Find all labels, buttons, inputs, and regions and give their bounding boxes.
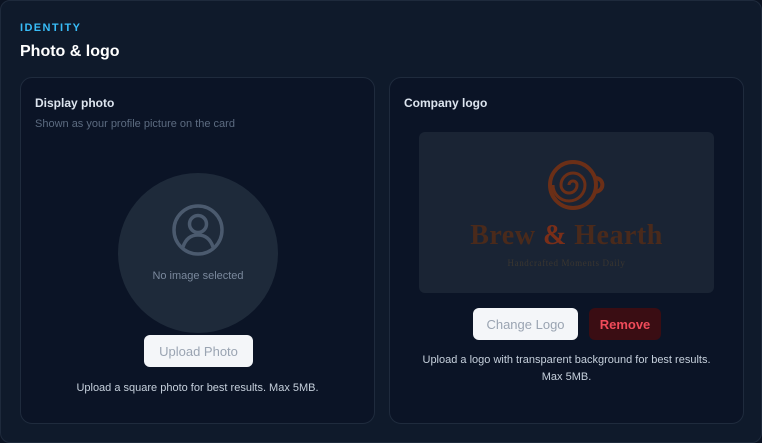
avatar-placeholder[interactable]: No image selected <box>118 173 278 333</box>
user-circle-icon <box>172 204 224 256</box>
display-photo-title: Display photo <box>35 96 115 110</box>
coffee-cup-icon <box>548 160 605 210</box>
logo-preview[interactable]: Brew & Hearth Handcrafted Moments Daily <box>419 132 714 293</box>
logo-name-part2: Hearth <box>574 220 663 251</box>
company-logo-card: Company logo Brew & Hearth Handcrafted M… <box>389 77 744 424</box>
logo-tagline: Handcrafted Moments Daily <box>507 258 626 268</box>
photo-hint: Upload a square photo for best results. … <box>76 382 319 394</box>
remove-logo-button[interactable]: Remove <box>589 308 661 340</box>
change-logo-button[interactable]: Change Logo <box>473 308 578 340</box>
display-photo-card: Display photo Shown as your profile pict… <box>20 77 375 424</box>
logo-wordmark: Brew & Hearth <box>419 220 714 252</box>
section-eyebrow: IDENTITY <box>20 22 82 34</box>
display-photo-subtitle: Shown as your profile picture on the car… <box>35 118 235 130</box>
section-title: Photo & logo <box>20 43 120 60</box>
logo-name-part1: Brew <box>470 220 536 251</box>
upload-photo-button[interactable]: Upload Photo <box>144 335 253 367</box>
company-logo-title: Company logo <box>404 96 488 110</box>
no-image-label: No image selected <box>152 270 244 282</box>
photo-logo-panel: IDENTITY Photo & logo Display photo Show… <box>0 0 762 443</box>
logo-hint: Upload a logo with transparent backgroun… <box>422 354 711 383</box>
logo-ampersand: & <box>542 220 567 251</box>
